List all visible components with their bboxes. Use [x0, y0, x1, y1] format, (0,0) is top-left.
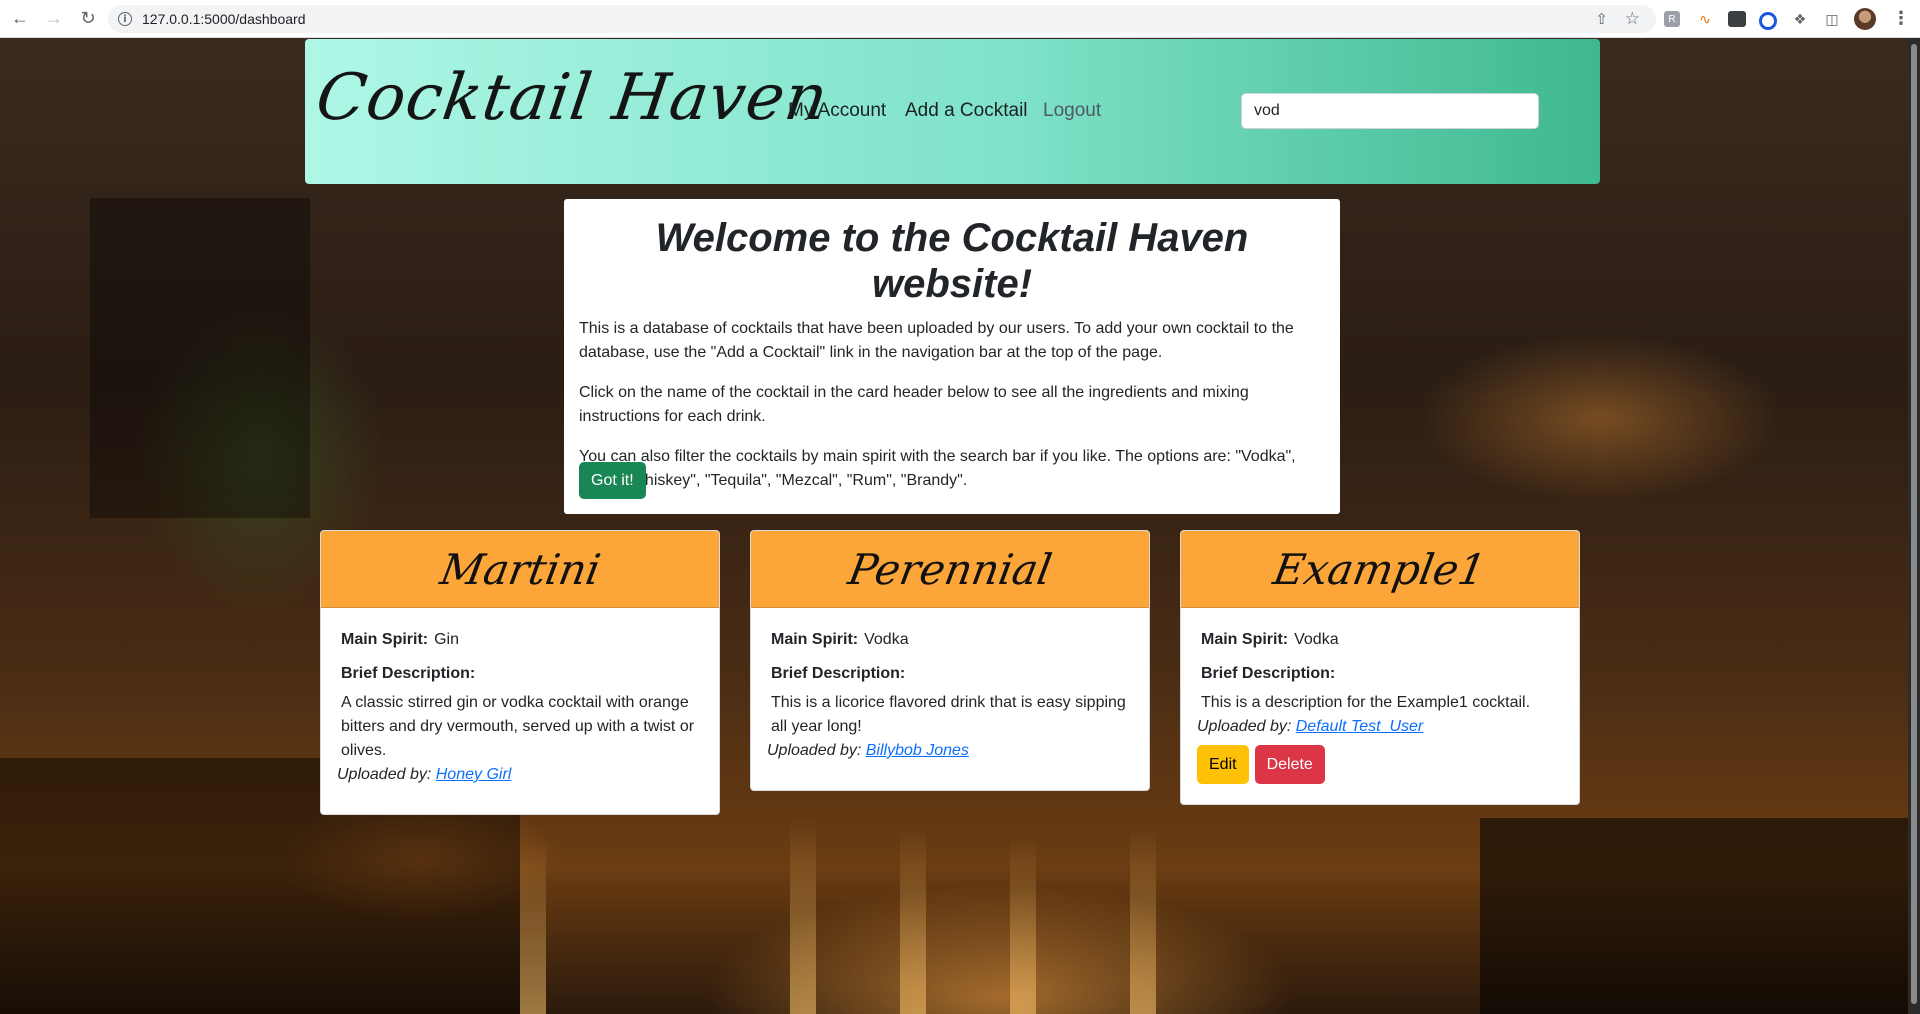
menu-kebab-icon[interactable]: ⋮: [1892, 8, 1910, 29]
bookmark-star-icon[interactable]: ☆: [1625, 9, 1640, 29]
welcome-panel: Welcome to the Cocktail Haven website! T…: [564, 199, 1340, 514]
puzzle-icon[interactable]: ❖: [1790, 9, 1810, 29]
search-input[interactable]: [1241, 93, 1539, 129]
uploaded-by-label: Uploaded by:: [1197, 718, 1292, 735]
background-light: [900, 828, 926, 1014]
back-arrow-icon[interactable]: ←: [6, 5, 34, 33]
main-spirit-value: Gin: [434, 631, 460, 648]
reload-icon[interactable]: ↻: [74, 5, 102, 33]
scrollbar-thumb[interactable]: [1911, 44, 1917, 1004]
background-window: [90, 198, 310, 518]
navbar: Cocktail Haven My Account Add a Cocktail…: [305, 39, 1600, 184]
rainbow-extension-icon[interactable]: ∿: [1695, 9, 1715, 29]
background-light: [1130, 828, 1156, 1014]
url-text[interactable]: 127.0.0.1:5000/dashboard: [142, 11, 305, 27]
cocktail-card: Example1 Main Spirit: Vodka Brief Descri…: [1180, 530, 1580, 805]
main-spirit-label: Main Spirit:: [341, 631, 429, 648]
background-light: [790, 818, 816, 1014]
extension-icon[interactable]: R: [1664, 11, 1680, 27]
scrollbar[interactable]: [1908, 38, 1920, 1014]
nav-add-cocktail[interactable]: Add a Cocktail: [905, 100, 1028, 122]
main-spirit-label: Main Spirit:: [1201, 631, 1289, 648]
welcome-paragraph: Click on the name of the cocktail in the…: [579, 384, 1249, 425]
uploaded-by: Uploaded by: Honey Girl: [321, 763, 719, 787]
welcome-paragraph: This is a database of cocktails that hav…: [579, 320, 1294, 361]
page-background: [0, 38, 1908, 1014]
description-label: Brief Description:: [1201, 665, 1336, 682]
got-it-button[interactable]: Got it!: [579, 462, 646, 499]
side-panel-icon[interactable]: ◫: [1822, 9, 1842, 29]
uploaded-by-label: Uploaded by:: [767, 742, 862, 759]
uploader-link[interactable]: Honey Girl: [436, 766, 512, 783]
description-label: Brief Description:: [341, 665, 476, 682]
cocktail-name-link[interactable]: Example1: [1270, 545, 1490, 594]
uploaded-by-label: Uploaded by:: [337, 766, 432, 783]
edit-button[interactable]: Edit: [1197, 745, 1249, 784]
description-text: A classic stirred gin or vodka cocktail …: [341, 694, 695, 759]
profile-avatar[interactable]: [1854, 8, 1876, 30]
description-text: This is a description for the Example1 c…: [1201, 694, 1531, 711]
cocktail-name-link[interactable]: Martini: [436, 545, 604, 594]
card-header: Martini: [321, 531, 719, 608]
address-bar[interactable]: i 127.0.0.1:5000/dashboard ⇧ ☆: [108, 5, 1656, 33]
main-spirit-label: Main Spirit:: [771, 631, 859, 648]
uploaded-by: Uploaded by: Billybob Jones: [751, 739, 1149, 763]
description-label: Brief Description:: [771, 665, 906, 682]
uploader-link[interactable]: Billybob Jones: [866, 742, 969, 759]
nav-my-account[interactable]: My Account: [788, 100, 886, 122]
main-spirit-value: Vodka: [864, 631, 909, 648]
uploader-link[interactable]: Default Test_User: [1296, 718, 1423, 735]
site-logo: Cocktail Haven: [311, 61, 833, 135]
description-text: This is a licorice flavored drink that i…: [771, 694, 1126, 735]
background-counter: [1480, 818, 1908, 1014]
welcome-paragraph: You can also filter the cocktails by mai…: [579, 448, 1296, 489]
browser-toolbar: ← → ↻ i 127.0.0.1:5000/dashboard ⇧ ☆ R ∿…: [0, 0, 1920, 38]
extension-icon[interactable]: [1728, 11, 1746, 27]
info-icon[interactable]: i: [118, 12, 132, 26]
card-header: Perennial: [751, 531, 1149, 608]
card-body: Main Spirit: Gin Brief Description: A cl…: [321, 608, 719, 763]
main-spirit-value: Vodka: [1294, 631, 1339, 648]
uploaded-by: Uploaded by: Default Test_User: [1181, 715, 1579, 739]
extension-icon[interactable]: [1759, 12, 1777, 30]
cocktail-card: Perennial Main Spirit: Vodka Brief Descr…: [750, 530, 1150, 791]
delete-button[interactable]: Delete: [1254, 745, 1325, 784]
nav-logout[interactable]: Logout: [1043, 100, 1101, 122]
share-icon[interactable]: ⇧: [1595, 10, 1608, 28]
cocktail-card: Martini Main Spirit: Gin Brief Descripti…: [320, 530, 720, 815]
background-light: [1010, 838, 1036, 1014]
card-body: Main Spirit: Vodka Brief Description: Th…: [1181, 608, 1579, 715]
card-actions: Edit Delete: [1181, 739, 1579, 790]
welcome-title: Welcome to the Cocktail Haven website!: [655, 216, 1249, 306]
forward-arrow-icon[interactable]: →: [40, 5, 68, 33]
background-light: [520, 838, 546, 1014]
card-body: Main Spirit: Vodka Brief Description: Th…: [751, 608, 1149, 739]
cocktail-name-link[interactable]: Perennial: [845, 545, 1056, 594]
card-header: Example1: [1181, 531, 1579, 608]
